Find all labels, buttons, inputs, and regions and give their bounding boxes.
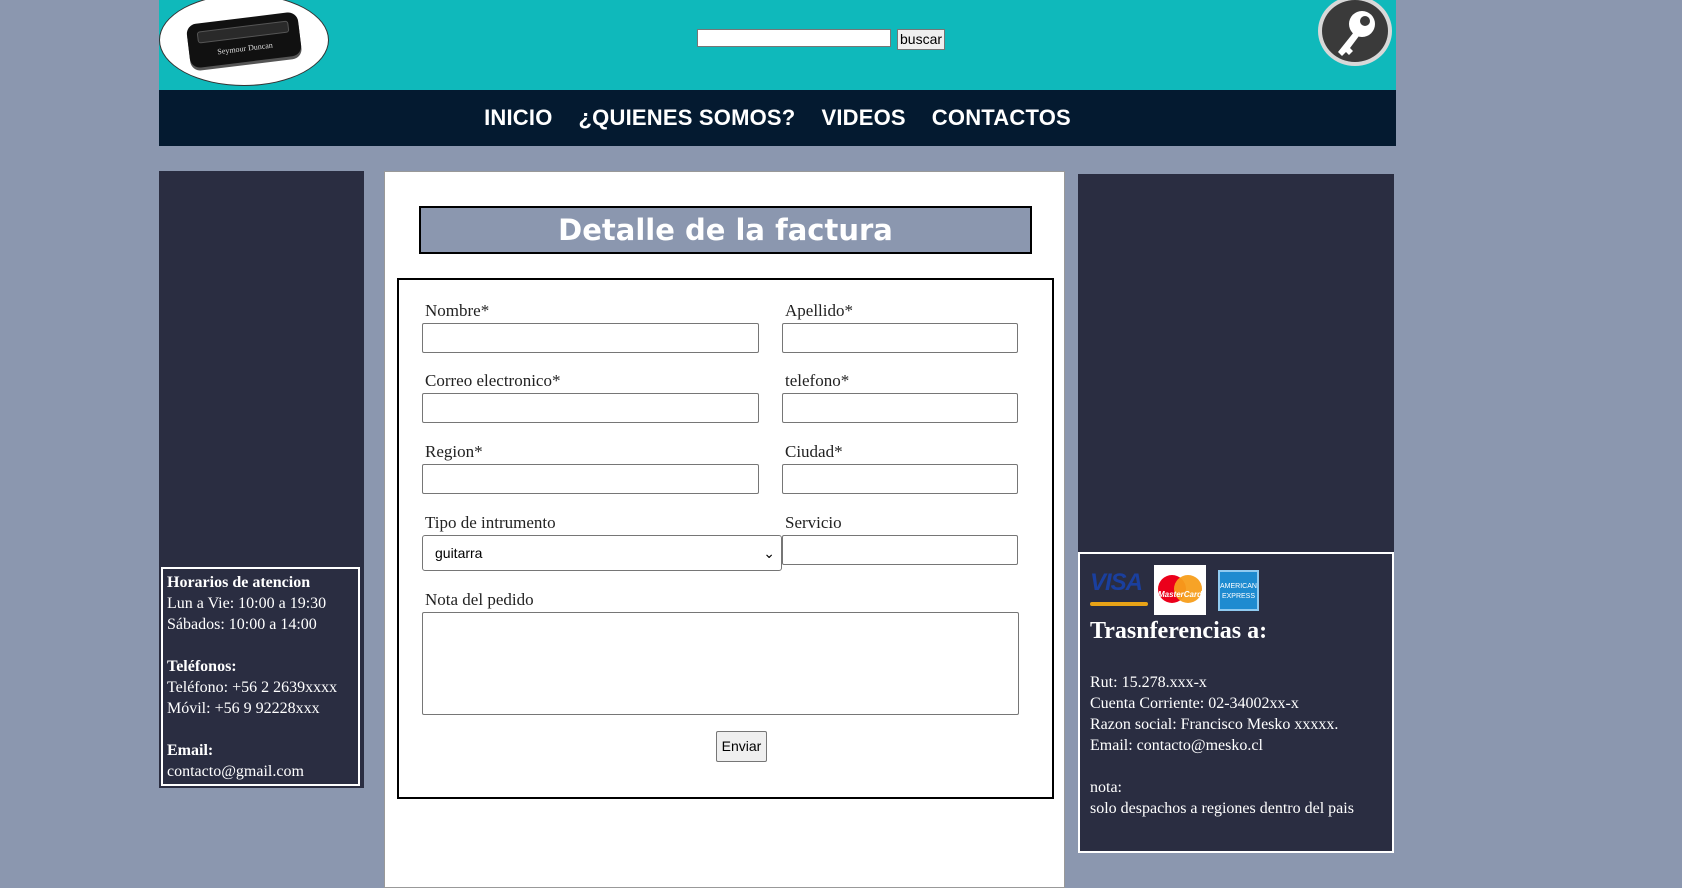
instrumento-select[interactable]: guitarra ⌄	[422, 535, 782, 571]
mastercard-logo: MasterCard	[1154, 565, 1206, 615]
servicio-input[interactable]	[782, 535, 1018, 565]
instrumento-label: Tipo de intrumento	[425, 513, 556, 532]
email-title: Email:	[167, 742, 214, 759]
logo[interactable]: Seymour Duncan	[159, 0, 329, 86]
mastercard-text: MasterCard	[1157, 590, 1202, 599]
header: Seymour Duncan buscar	[159, 0, 1396, 90]
apellido-label: Apellido*	[785, 301, 853, 320]
hours-title: Horarios de atencion	[167, 574, 311, 591]
login-key-button[interactable]	[1318, 0, 1392, 66]
transfer-email-text: Email: contacto@mesko.cl	[1090, 737, 1263, 754]
page-title: Detalle de la factura	[419, 206, 1032, 254]
pickup-image: Seymour Duncan	[185, 11, 303, 69]
correo-input[interactable]	[422, 393, 759, 423]
phone-number: Teléfono: +56 2 2639xxxx	[167, 679, 338, 696]
email-address: contacto@gmail.com	[167, 763, 304, 780]
visa-logo: VISA	[1090, 569, 1148, 608]
telefono-input[interactable]	[782, 393, 1018, 423]
payment-info-box: VISA MasterCard AMERICAN EXPRESS Trasnfe…	[1078, 552, 1394, 853]
submit-button[interactable]: Enviar	[716, 731, 767, 762]
hours-weekday: Lun a Vie: 10:00 a 19:30	[167, 595, 327, 612]
nota-textarea[interactable]	[422, 612, 1019, 715]
transfer-title: Trasnferencias a:	[1090, 618, 1268, 644]
main-content: Detalle de la factura Nombre* Apellido* …	[384, 171, 1065, 888]
nombre-label: Nombre*	[425, 301, 490, 320]
key-icon	[1338, 11, 1375, 56]
search-button[interactable]: buscar	[897, 29, 946, 50]
nav-item-contactos[interactable]: CONTACTOS	[932, 105, 1071, 131]
mobile-number: Móvil: +56 9 92228xxx	[167, 700, 320, 717]
razon-text: Razon social: Francisco Mesko xxxxx.	[1090, 716, 1339, 733]
amex-logo: AMERICAN EXPRESS	[1218, 569, 1259, 611]
hours-saturday: Sábados: 10:00 a 14:00	[167, 616, 317, 633]
invoice-form: Nombre* Apellido* Correo electronico* te…	[397, 278, 1054, 799]
nav-item-videos[interactable]: VIDEOS	[821, 105, 905, 131]
rut-text: Rut: 15.278.xxx-x	[1090, 674, 1207, 691]
instrumento-selected-value: guitarra	[435, 545, 483, 561]
region-input[interactable]	[422, 464, 759, 494]
ciudad-label: Ciudad*	[785, 442, 843, 461]
nombre-input[interactable]	[422, 323, 759, 353]
right-sidebar	[1078, 174, 1394, 552]
phones-title: Teléfonos:	[167, 658, 237, 675]
nota-title: nota:	[1090, 779, 1122, 796]
correo-label: Correo electronico*	[425, 371, 561, 390]
region-label: Region*	[425, 442, 483, 461]
contact-hours-box: Horarios de atencion Lun a Vie: 10:00 a …	[161, 567, 360, 786]
servicio-label: Servicio	[785, 513, 842, 532]
main-nav: INICIO ¿QUIENES SOMOS? VIDEOS CONTACTOS	[159, 90, 1396, 146]
transfer-details: Rut: 15.278.xxx-x Cuenta Corriente: 02-3…	[1090, 672, 1390, 819]
search-input[interactable]	[697, 29, 891, 47]
cuenta-text: Cuenta Corriente: 02-34002xx-x	[1090, 695, 1299, 712]
telefono-label: telefono*	[785, 371, 850, 390]
payment-cards: VISA MasterCard AMERICAN EXPRESS	[1090, 565, 1259, 615]
nav-item-inicio[interactable]: INICIO	[484, 105, 552, 131]
nav-item-quienes-somos[interactable]: ¿QUIENES SOMOS?	[579, 105, 796, 131]
chevron-down-icon: ⌄	[763, 545, 775, 561]
ciudad-input[interactable]	[782, 464, 1018, 494]
visa-text: VISA	[1090, 569, 1143, 596]
apellido-input[interactable]	[782, 323, 1018, 353]
nota-text: solo despachos a regiones dentro del pai…	[1090, 800, 1354, 817]
nota-label: Nota del pedido	[425, 590, 534, 609]
